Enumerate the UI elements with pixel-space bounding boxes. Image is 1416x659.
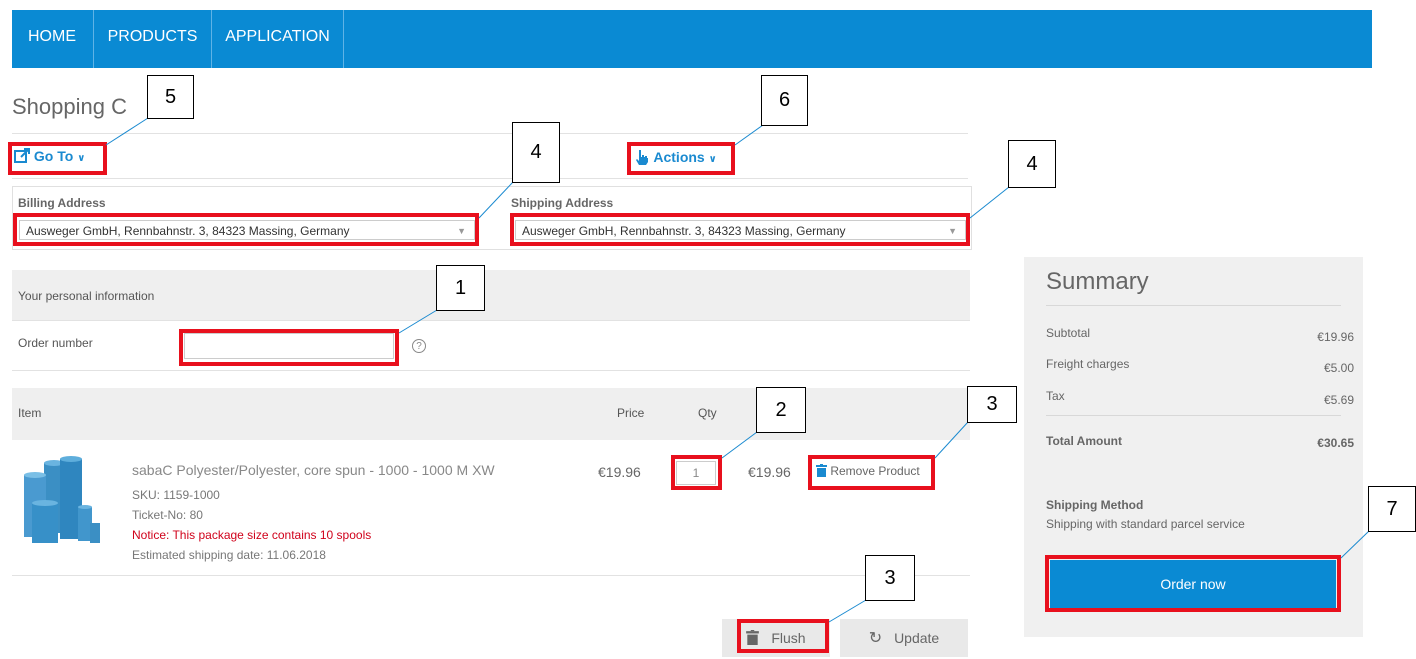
callout-1: 1: [436, 265, 485, 311]
callout-6: 6: [761, 75, 808, 126]
callout-leader-lines: [105, 117, 1370, 623]
callout-2: 2: [756, 387, 806, 433]
callout-5: 5: [147, 75, 194, 119]
callout-4: 4: [1008, 140, 1056, 188]
callout-4: 4: [512, 122, 560, 183]
callout-7: 7: [1368, 486, 1416, 532]
callout-3: 3: [865, 555, 915, 601]
callout-3: 3: [967, 386, 1017, 423]
